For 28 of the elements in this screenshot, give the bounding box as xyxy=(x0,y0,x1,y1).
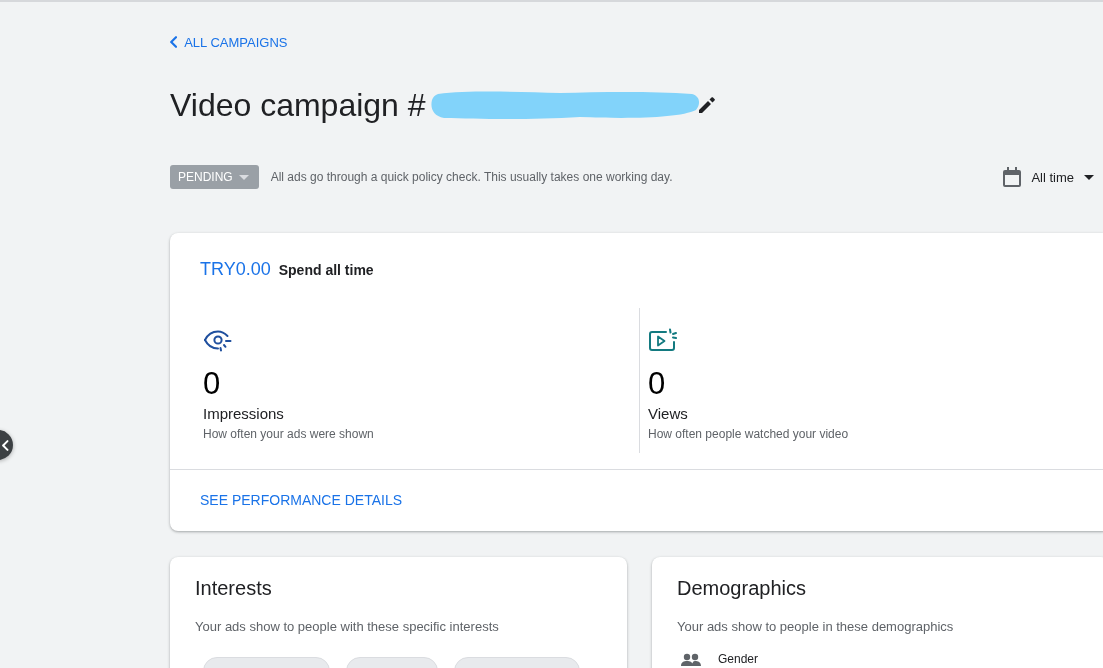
video-play-icon xyxy=(648,328,678,352)
metric-description: How often your ads were shown xyxy=(203,426,374,442)
calendar-icon xyxy=(1003,167,1022,187)
status-message: All ads go through a quick policy check. This usually takes one working day. xyxy=(270,170,673,184)
date-range-dropdown[interactable]: All time xyxy=(1003,163,1094,191)
spend-label: Spend all time xyxy=(278,262,374,278)
metric-value: 0 xyxy=(203,366,221,402)
chevron-left-icon xyxy=(170,36,178,48)
spend-amount: TRY0.00 xyxy=(200,259,271,280)
metric-value: 0 xyxy=(648,366,666,402)
performance-details-link[interactable]: SEE PERFORMANCE DETAILS xyxy=(200,492,402,508)
caret-down-icon xyxy=(238,174,249,180)
card-description: Your ads show to people with these specific interests xyxy=(195,619,499,635)
chevron-left-icon xyxy=(2,439,9,451)
status-dropdown[interactable]: PENDING xyxy=(170,165,259,189)
metric-label: Views xyxy=(648,404,688,424)
card-description: Your ads show to people in these demographics xyxy=(677,619,954,635)
pencil-icon xyxy=(697,96,716,114)
campaign-title: Video campaign # xyxy=(170,86,426,125)
demographic-label: Gender xyxy=(718,652,759,666)
card-title: Demographics xyxy=(677,576,806,601)
card-title: Interests xyxy=(195,576,272,601)
all-campaigns-link[interactable]: ALL CAMPAIGNS xyxy=(170,30,288,54)
eye-icon xyxy=(203,328,233,352)
metric-label: Impressions xyxy=(203,404,284,424)
caret-down-icon xyxy=(1084,174,1094,180)
people-icon xyxy=(680,652,702,666)
metric-description: How often people watched your video xyxy=(648,426,849,442)
